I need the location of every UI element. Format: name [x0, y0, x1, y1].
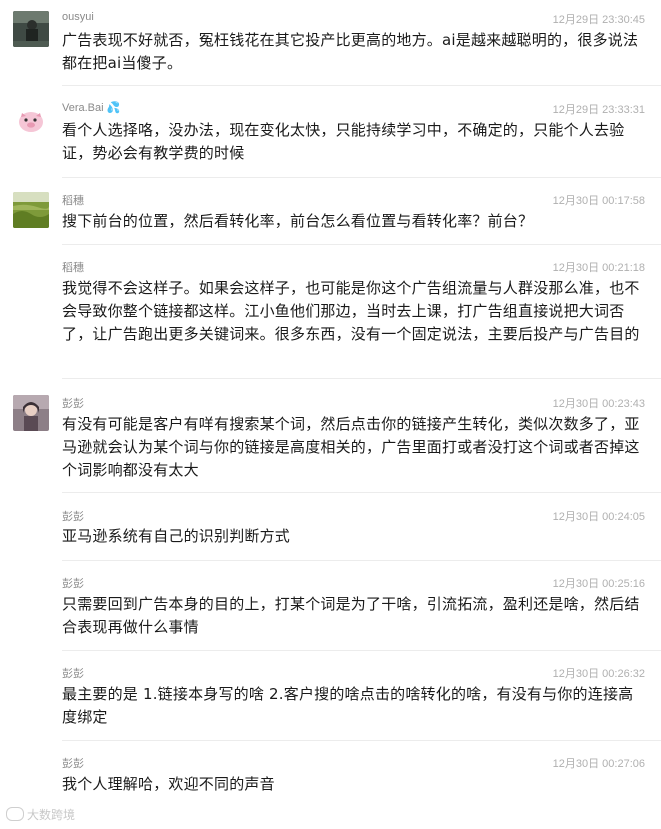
avatar[interactable]	[13, 101, 49, 137]
message-text: 广告表现不好就否，冤枉钱花在其它投产比更高的地方。ai是越来越聪明的，很多说法都…	[62, 31, 639, 72]
message-timestamp: 12月30日 00:26:32	[552, 668, 645, 680]
divider	[62, 740, 661, 741]
message-text: 搜下前台的位置，然后看转化率，前台怎么看位置与看转化率？前台？	[62, 212, 534, 230]
sender-name[interactable]: 彭彭	[62, 508, 84, 524]
avatar[interactable]	[13, 192, 49, 228]
divider	[62, 492, 661, 493]
message-timestamp: 12月30日 00:17:58	[552, 195, 645, 207]
divider	[62, 650, 661, 651]
divider	[62, 560, 661, 561]
message-timestamp: 12月29日 23:33:31	[552, 104, 645, 116]
message-text: 看个人选择咯，没办法，现在变化太快，只能持续学习中，不确定的，只能个人去验证，势…	[62, 121, 625, 162]
sender-name[interactable]: 彭彭	[62, 395, 84, 411]
sender-name[interactable]: 稻穗	[62, 259, 84, 275]
message-text: 我个人理解哈，欢迎不同的声音	[62, 775, 275, 793]
message-text: 我觉得不会这样子。如果会这样子，也可能是你这个广告组流量与人群没那么准，也不会导…	[62, 279, 640, 343]
droplets-emoji: 💦	[106, 102, 121, 114]
message-text: 只需要回到广告本身的目的上，打某个词是为了干啥，引流拓流，盈利还是啥，然后结合表…	[62, 595, 640, 636]
divider	[62, 85, 661, 86]
message-timestamp: 12月30日 00:24:05	[552, 511, 645, 523]
sender-name[interactable]: 稻穗	[62, 192, 84, 208]
message-timestamp: 12月30日 00:21:18	[552, 262, 645, 274]
watermark: 大数跨境	[6, 806, 75, 823]
message-timestamp: 12月29日 23:30:45	[552, 14, 645, 26]
sender-name[interactable]: 彭彭	[62, 755, 84, 771]
divider	[62, 378, 661, 379]
message-text: 最主要的是 1.链接本身写的啥 2.客户搜的啥点击的啥转化的啥，有没有与你的连接…	[62, 685, 634, 726]
message-timestamp: 12月30日 00:27:06	[552, 758, 645, 770]
sender-name[interactable]: Vera.Bai 💦	[62, 101, 120, 114]
message-timestamp: 12月30日 00:23:43	[552, 398, 645, 410]
message-text: 有没有可能是客户有咩有搜索某个词，然后点击你的链接产生转化，类似次数多了，亚马逊…	[62, 415, 640, 479]
avatar[interactable]	[13, 11, 49, 47]
watermark-text: 大数跨境	[27, 808, 76, 822]
divider	[62, 177, 661, 178]
avatar[interactable]	[13, 395, 49, 431]
divider	[62, 244, 661, 245]
sender-name[interactable]: ousyui	[62, 11, 94, 23]
sender-name[interactable]: 彭彭	[62, 575, 84, 591]
message-text: 亚马逊系统有自己的识别判断方式	[62, 527, 291, 545]
sender-name-text: Vera.Bai	[62, 102, 104, 114]
message-timestamp: 12月30日 00:25:16	[552, 578, 645, 590]
watermark-logo-icon	[6, 807, 24, 821]
sender-name[interactable]: 彭彭	[62, 665, 84, 681]
